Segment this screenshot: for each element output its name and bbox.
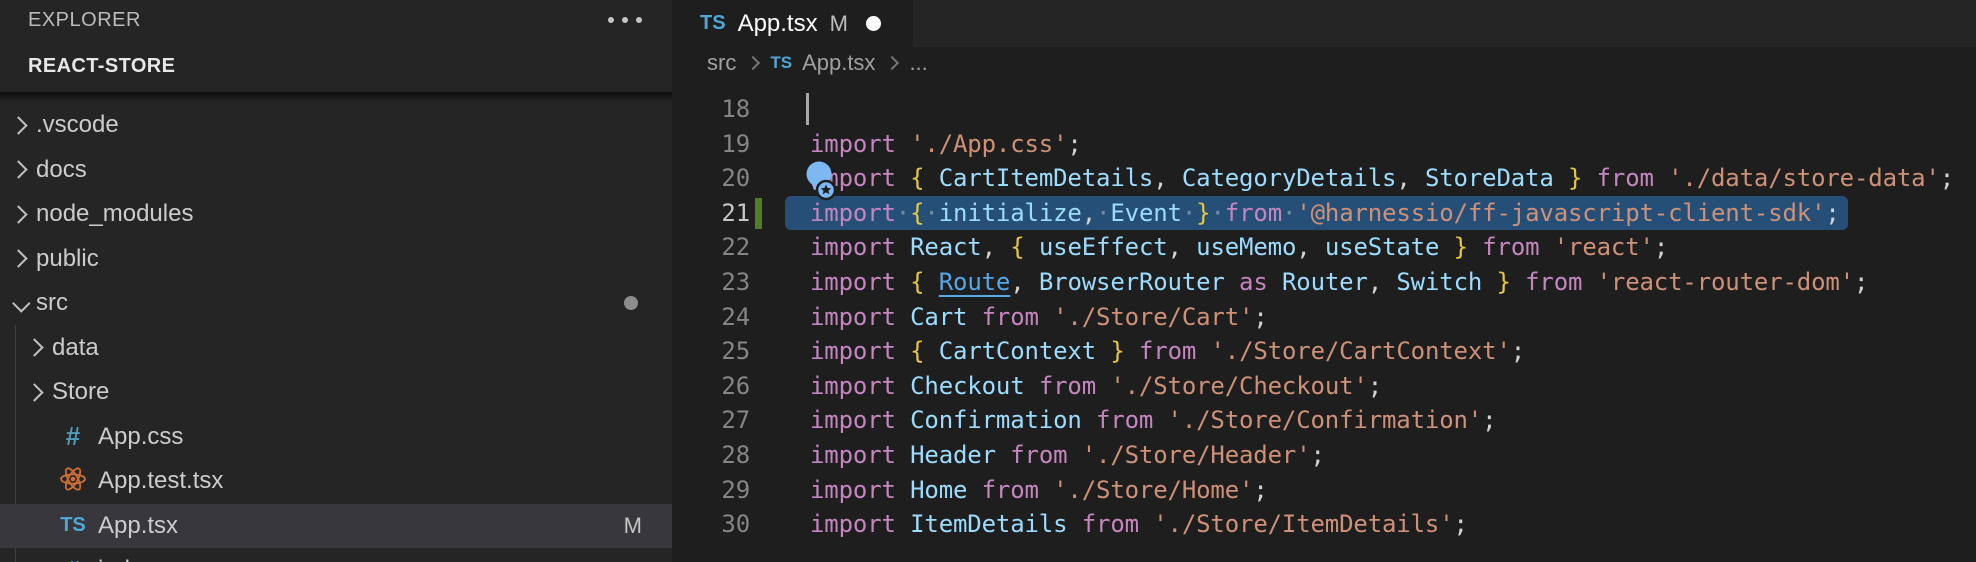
line-number[interactable]: 28 — [672, 438, 750, 473]
line-number[interactable]: 21 — [672, 196, 750, 231]
line-number[interactable]: 27 — [672, 403, 750, 438]
chevron-right-icon — [9, 116, 27, 134]
typescript-icon: TS — [60, 514, 86, 537]
chevron-right-icon — [9, 161, 27, 179]
code-line-25[interactable]: 25import { CartContext } from './Store/C… — [672, 334, 1976, 369]
code-line-26[interactable]: 26import Checkout from './Store/Checkout… — [672, 369, 1976, 404]
code-line-27[interactable]: 27import Confirmation from './Store/Conf… — [672, 403, 1976, 438]
chevron-down-icon — [12, 294, 30, 312]
line-number[interactable]: 26 — [672, 369, 750, 404]
tree-item-label: App.css — [98, 423, 183, 451]
git-added-gutter-bar — [755, 198, 762, 229]
breadcrumb-item-App-tsx[interactable]: TSApp.tsx — [770, 50, 875, 76]
section-header-shadow — [0, 92, 672, 102]
chevron-right-icon — [9, 205, 27, 223]
tree-item-label: Store — [52, 378, 109, 406]
line-number[interactable]: 30 — [672, 507, 750, 542]
explorer-header: EXPLORER — [0, 0, 672, 40]
tree-item-label: App.test.tsx — [98, 467, 223, 495]
code-line-18[interactable]: 18 — [672, 92, 1976, 127]
code-line-19[interactable]: 19import './App.css'; — [672, 127, 1976, 162]
more-actions-icon[interactable] — [606, 13, 644, 27]
line-number[interactable]: 18 — [672, 92, 750, 127]
tab-app-tsx[interactable]: TS App.tsx M — [672, 0, 913, 47]
chevron-right-icon — [9, 250, 27, 268]
tree-item-label: .vscode — [36, 111, 119, 139]
typescript-icon: TS — [700, 12, 726, 35]
explorer-title: EXPLORER — [28, 9, 141, 32]
css-file-icon: # — [66, 555, 80, 562]
react-icon — [59, 465, 87, 498]
project-name: REACT-STORE — [28, 55, 175, 78]
explorer-sidebar: EXPLORER REACT-STORE .vscode docs node_mod… — [0, 0, 672, 562]
modified-dot-badge — [624, 296, 638, 310]
editor-group: TS App.tsx M srcTSApp.tsx... 1819import … — [672, 0, 1976, 562]
tree-item-src[interactable]: src — [0, 281, 672, 326]
code-line-21[interactable]: 21 import·{·initialize,·Event·}·from·'@ha… — [672, 196, 1976, 231]
file-tree: .vscode docs node_modulespublic src data Stor… — [0, 103, 672, 562]
line-number[interactable]: 29 — [672, 473, 750, 508]
line-number[interactable]: 22 — [672, 230, 750, 265]
code-line-28[interactable]: 28import Header from './Store/Header'; — [672, 438, 1976, 473]
breadcrumb-chevron-icon — [885, 55, 899, 69]
unsaved-dot-icon[interactable] — [866, 16, 881, 31]
tree-item-App-tsx[interactable]: TS App.tsx M — [0, 504, 672, 549]
tree-item-label: node_modules — [36, 200, 193, 228]
tree-item-label: src — [36, 289, 68, 317]
breadcrumb-item-src[interactable]: src — [707, 50, 736, 76]
git-modified-badge: M — [830, 11, 848, 37]
vscode-window: EXPLORER REACT-STORE .vscode docs node_mod… — [0, 0, 1976, 562]
tree-item-public[interactable]: public — [0, 237, 672, 282]
code-line-24[interactable]: 24import Cart from './Store/Cart'; — [672, 300, 1976, 335]
code-line-20[interactable]: 20import { CartItemDetails, CategoryDeta… — [672, 161, 1976, 196]
tree-item-App-test-tsx[interactable]: App.test.tsx — [0, 459, 672, 504]
tree-item-label: docs — [36, 156, 87, 184]
code-line-30[interactable]: 30import ItemDetails from './Store/ItemD… — [672, 507, 1976, 542]
tab-bar: TS App.tsx M — [672, 0, 1976, 47]
tree-item-label: index.css — [98, 556, 198, 562]
tree-item-label: App.tsx — [98, 512, 178, 540]
chevron-right-icon — [25, 339, 43, 357]
code-line-29[interactable]: 29import Home from './Store/Home'; — [672, 473, 1976, 508]
tree-item-App-css[interactable]: # App.css — [0, 415, 672, 460]
tree-item-index-css[interactable]: # index.css — [0, 548, 672, 562]
tree-item-label: data — [52, 334, 99, 362]
git-modified-badge: M — [624, 513, 642, 539]
tree-item-docs[interactable]: docs — [0, 148, 672, 193]
code-area[interactable]: 1819import './App.css';20import { CartIt… — [672, 78, 1976, 562]
tree-item--vscode[interactable]: .vscode — [0, 103, 672, 148]
css-file-icon: # — [66, 421, 80, 452]
lightbulb-quickfix-icon[interactable] — [802, 160, 842, 204]
project-section-header[interactable]: REACT-STORE — [0, 40, 672, 92]
code-line-23[interactable]: 23import { Route, BrowserRouter as Route… — [672, 265, 1976, 300]
line-number[interactable]: 20 — [672, 161, 750, 196]
typescript-icon: TS — [770, 53, 792, 73]
line-number[interactable]: 25 — [672, 334, 750, 369]
line-number[interactable]: 24 — [672, 300, 750, 335]
text-cursor — [806, 93, 809, 125]
tree-item-node_modules[interactable]: node_modules — [0, 192, 672, 237]
tree-item-label: public — [36, 245, 99, 273]
tree-item-data[interactable]: data — [0, 326, 672, 371]
line-number[interactable]: 23 — [672, 265, 750, 300]
breadcrumb-item----[interactable]: ... — [909, 50, 927, 76]
tree-item-Store[interactable]: Store — [0, 370, 672, 415]
text-selection: import·{·initialize,·Event·}·from·'@harn… — [785, 196, 1848, 231]
tab-label: App.tsx — [738, 10, 818, 38]
breadcrumb-chevron-icon — [746, 55, 760, 69]
line-number[interactable]: 19 — [672, 127, 750, 162]
chevron-right-icon — [25, 383, 43, 401]
code-line-22[interactable]: 22import React, { useEffect, useMemo, us… — [672, 230, 1976, 265]
breadcrumb: src TSApp.tsx... — [672, 47, 1976, 78]
